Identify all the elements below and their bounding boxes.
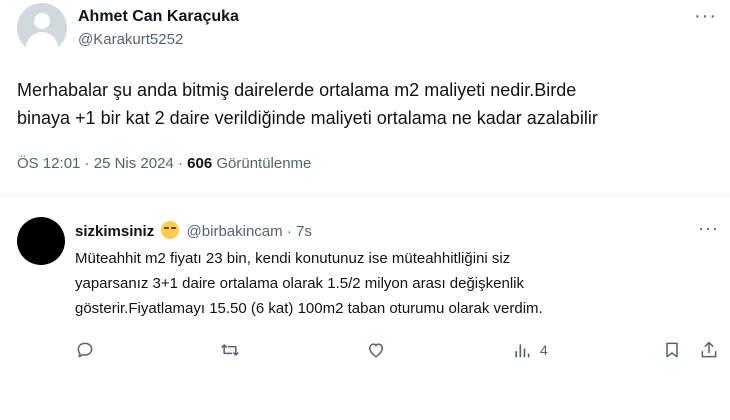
reply-text-line: Müteahhit m2 fiyatı 23 bin, kendi konutu… xyxy=(75,250,511,267)
reply-button[interactable] xyxy=(75,340,95,360)
tweet-date[interactable]: 25 Nis 2024 xyxy=(94,155,174,172)
reply-time[interactable]: 7s xyxy=(296,223,312,240)
reply-text: Müteahhit m2 fiyatı 23 bin, kendi konutu… xyxy=(75,246,715,321)
avatar-placeholder-body xyxy=(26,32,58,53)
tweet-text-line: binaya +1 bir kat 2 daire verildiğinde m… xyxy=(17,108,598,128)
tweet-text: Merhabalar şu anda bitmiş dairelerde ort… xyxy=(17,76,723,132)
avatar-placeholder-head xyxy=(34,13,50,29)
reply-author-handle[interactable]: @birbakincam xyxy=(187,223,283,240)
author-handle[interactable]: @Karakurt5252 xyxy=(78,31,183,48)
author-avatar[interactable] xyxy=(17,3,67,53)
reply-views-count: 4 xyxy=(540,342,548,358)
tweet-text-line: Merhabalar şu anda bitmiş dairelerde ort… xyxy=(17,80,577,100)
reply-separator: · xyxy=(286,223,292,240)
smirking-face-emoji xyxy=(161,221,180,239)
analytics-icon xyxy=(515,344,530,358)
views-count[interactable]: 606 xyxy=(187,155,212,172)
divider xyxy=(0,195,730,196)
reply-text-line: yaparsanız 3+1 daire ortalama olarak 1.5… xyxy=(75,275,524,292)
share-button[interactable] xyxy=(699,340,719,360)
retweet-icon xyxy=(221,344,239,356)
reply-text-line: gösterir.Fiyatlamayı 15.50 (6 kat) 100m2… xyxy=(75,300,543,317)
reply-action-bar: 4 xyxy=(0,340,730,366)
more-horizontal-icon[interactable]: ··· xyxy=(694,5,717,28)
like-button[interactable] xyxy=(366,340,386,360)
meta-separator: · xyxy=(177,155,183,172)
views-label[interactable]: Görüntülenme xyxy=(216,155,311,172)
views-button[interactable]: 4 xyxy=(512,340,548,360)
tweet-meta: ÖS 12:01 · 25 Nis 2024 · 606 Görüntülenm… xyxy=(17,155,311,172)
bookmark-button[interactable] xyxy=(662,340,682,360)
reply-avatar[interactable] xyxy=(17,217,65,265)
retweet-button[interactable] xyxy=(220,340,240,360)
meta-separator: · xyxy=(84,155,90,172)
comment-icon xyxy=(77,342,93,358)
author-name[interactable]: Ahmet Can Karaçuka xyxy=(78,8,239,26)
heart-icon xyxy=(369,343,383,358)
reply-header: sizkimsiniz @birbakincam · 7s xyxy=(75,221,312,240)
tweet-time[interactable]: ÖS 12:01 xyxy=(17,155,80,172)
reply-author-name[interactable]: sizkimsiniz xyxy=(75,223,154,240)
share-icon xyxy=(701,341,717,358)
bookmark-icon xyxy=(666,342,678,358)
reply-more-icon[interactable]: ··· xyxy=(698,218,719,239)
